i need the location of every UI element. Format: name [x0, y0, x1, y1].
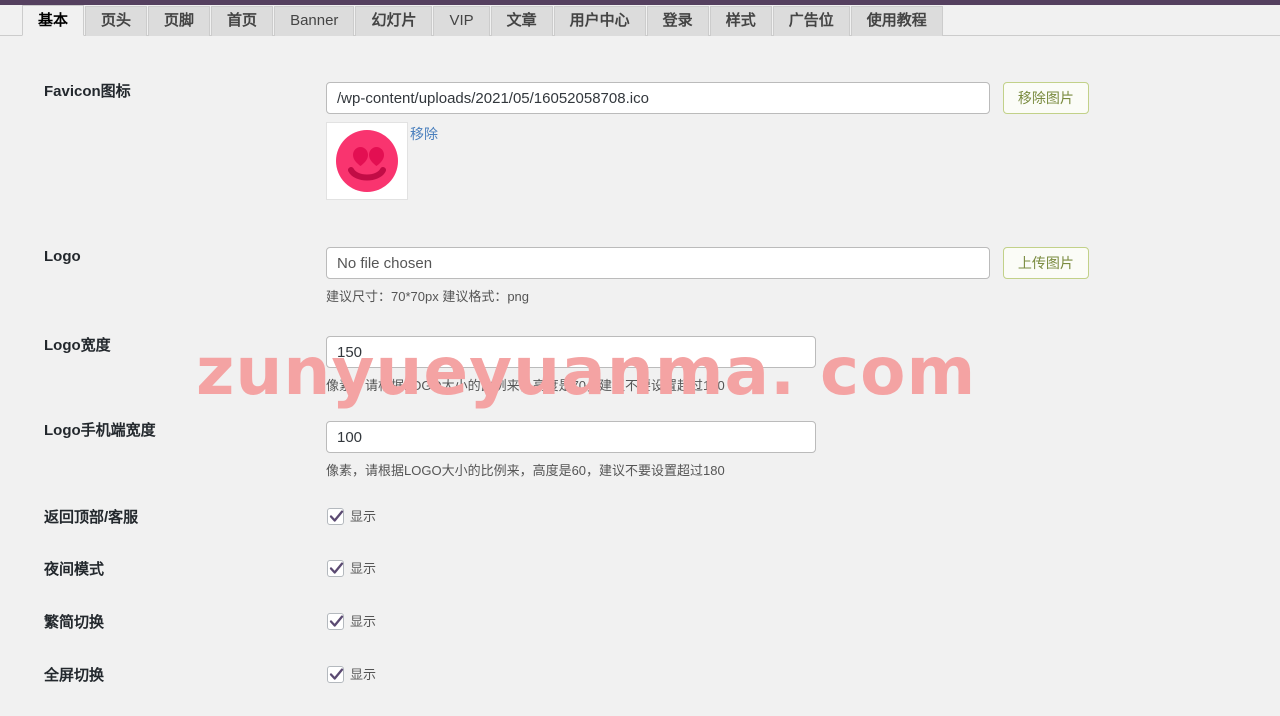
logo-mobile-width-label: Logo手机端宽度 [44, 422, 156, 439]
tab-article[interactable]: 文章 [490, 6, 553, 36]
settings-form: Favicon图标 移除图片 移除 Logo 上传图片 [0, 36, 1280, 716]
settings-tab-strip: 基本 页头 页脚 首页 Banner 幻灯片 VIP 文章 用户中心 登录 样式… [0, 5, 1280, 36]
tab-basic[interactable]: 基本 [22, 5, 85, 36]
back-to-top-label: 返回顶部/客服 [44, 509, 139, 526]
logo-mobile-width-hint: 像素，请根据LOGO大小的比例来，高度是60，建议不要设置超过180 [326, 463, 725, 478]
logo-width-hint: 像素，请根据LOGO大小的比例来，高度是70，建议不要设置超过180 [326, 378, 725, 393]
logo-input[interactable] [326, 247, 990, 279]
tab-header[interactable]: 页头 [85, 6, 148, 36]
fullscreen-switch-checkbox[interactable] [327, 666, 344, 683]
favicon-preview-image [326, 122, 408, 200]
logo-mobile-width-input[interactable] [326, 421, 816, 453]
tab-login[interactable]: 登录 [646, 6, 709, 36]
logo-hint: 建议尺寸：70*70px 建议格式：png [326, 289, 530, 304]
fullscreen-switch-field-group: 显示 [327, 666, 376, 683]
back-to-top-field-group: 显示 [327, 508, 376, 525]
trad-simp-switch-label: 繁简切换 [44, 614, 105, 631]
logo-field-group: 上传图片 建议尺寸：70*70px 建议格式：png [326, 247, 1089, 306]
tab-banner[interactable]: Banner [274, 6, 355, 36]
night-mode-checkbox-label: 显示 [350, 561, 377, 576]
favicon-remove-image-button[interactable]: 移除图片 [1002, 82, 1089, 114]
favicon-preview-group: 移除 [326, 122, 1089, 200]
logo-mobile-width-field-group: 像素，请根据LOGO大小的比例来，高度是60，建议不要设置超过180 [326, 421, 816, 480]
favicon-remove-link[interactable]: 移除 [410, 124, 438, 144]
favicon-label: Favicon图标 [44, 83, 131, 100]
trad-simp-switch-checkbox-label: 显示 [350, 614, 377, 629]
tab-tutorial[interactable]: 使用教程 [850, 6, 943, 36]
trad-simp-switch-checkbox[interactable] [327, 613, 344, 630]
logo-width-field-group: 像素，请根据LOGO大小的比例来，高度是70，建议不要设置超过180 [326, 336, 816, 395]
tab-homepage[interactable]: 首页 [211, 6, 274, 36]
logo-label: Logo [44, 248, 81, 265]
trad-simp-switch-field-group: 显示 [327, 613, 376, 630]
logo-width-input[interactable] [326, 336, 816, 368]
tab-footer[interactable]: 页脚 [148, 6, 211, 36]
back-to-top-checkbox-label: 显示 [350, 509, 377, 524]
tab-slideshow[interactable]: 幻灯片 [355, 6, 433, 36]
tab-list: 基本 页头 页脚 首页 Banner 幻灯片 VIP 文章 用户中心 登录 样式… [22, 5, 944, 36]
tab-style[interactable]: 样式 [709, 6, 772, 36]
tab-user-center[interactable]: 用户中心 [553, 6, 646, 36]
night-mode-checkbox[interactable] [327, 560, 344, 577]
favicon-field-group: 移除图片 移除 [326, 82, 1089, 200]
tab-vip[interactable]: VIP [433, 6, 490, 36]
logo-upload-image-button[interactable]: 上传图片 [1002, 247, 1089, 279]
favicon-input[interactable] [326, 82, 990, 114]
fullscreen-switch-label: 全屏切换 [44, 667, 105, 684]
fullscreen-switch-checkbox-label: 显示 [350, 667, 377, 682]
tab-ad-slots[interactable]: 广告位 [772, 6, 850, 36]
logo-width-label: Logo宽度 [44, 337, 111, 354]
back-to-top-checkbox[interactable] [327, 508, 344, 525]
night-mode-label: 夜间模式 [44, 561, 105, 578]
night-mode-field-group: 显示 [327, 560, 376, 577]
